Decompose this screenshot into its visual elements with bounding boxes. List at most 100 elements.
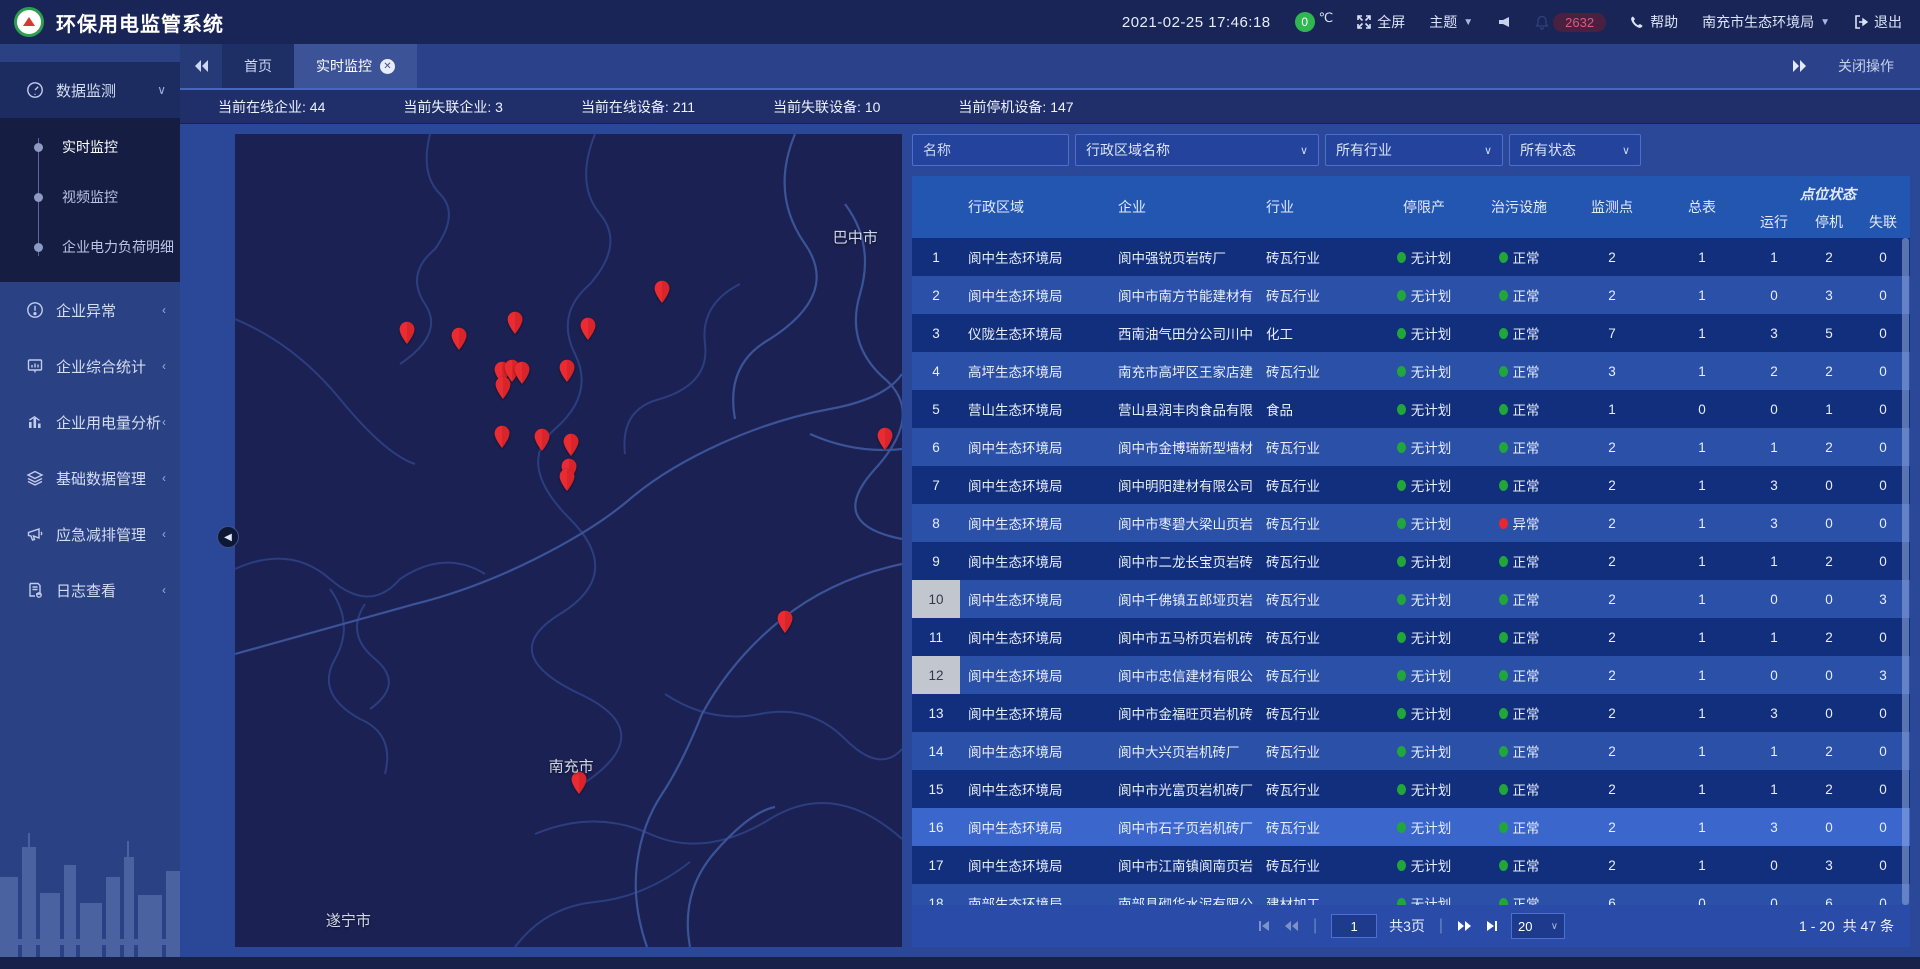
map-pin-icon[interactable] bbox=[653, 280, 670, 309]
status-dot-green bbox=[1499, 822, 1508, 833]
map-pin-icon[interactable] bbox=[399, 321, 416, 350]
page-size-select[interactable]: 20 ∨ bbox=[1511, 913, 1565, 939]
table-scrollbar[interactable] bbox=[1902, 238, 1909, 905]
tab-首页[interactable]: 首页 bbox=[222, 44, 294, 88]
sidebar-item-企业综合统计[interactable]: 企业综合统计‹ bbox=[0, 338, 180, 394]
sidebar-item-企业异常[interactable]: 企业异常‹ bbox=[0, 282, 180, 338]
map-pin-icon[interactable] bbox=[877, 427, 894, 456]
status-dot-green bbox=[1499, 784, 1508, 795]
map-pin-icon[interactable] bbox=[559, 359, 576, 388]
industry-select[interactable]: 所有行业 ∨ bbox=[1325, 134, 1503, 166]
map-pin-icon[interactable] bbox=[559, 468, 576, 497]
table-row-9[interactable]: 9阆中生态环境局阆中市二龙长宝页岩砖砖瓦行业无计划正常21120 bbox=[912, 542, 1910, 580]
table-row-6[interactable]: 6阆中生态环境局阆中市金博瑞新型墙材砖瓦行业无计划正常21120 bbox=[912, 428, 1910, 466]
cell-index: 14 bbox=[912, 732, 960, 770]
status-select-value: 所有状态 bbox=[1520, 140, 1576, 160]
stat-当前停机设备: 当前停机设备: 147 bbox=[958, 97, 1073, 117]
next-page-button[interactable] bbox=[1457, 919, 1473, 933]
map-pin-icon[interactable] bbox=[513, 361, 530, 390]
cell-facility-status: 正常 bbox=[1472, 542, 1566, 580]
cell-enterprise: 营山县润丰肉食品有限 bbox=[1110, 390, 1258, 428]
sidebar-item-基础数据管理[interactable]: 基础数据管理‹ bbox=[0, 450, 180, 506]
region-select[interactable]: 行政区域名称 ∨ bbox=[1075, 134, 1319, 166]
tab-实时监控[interactable]: 实时监控✕ bbox=[294, 44, 417, 88]
chevron-left-icon: ‹ bbox=[162, 415, 166, 429]
logout-button[interactable]: 退出 bbox=[1854, 12, 1902, 32]
table-row-3[interactable]: 3仪陇生态环境局西南油气田分公司川中化工无计划正常71350 bbox=[912, 314, 1910, 352]
theme-dropdown[interactable]: 主题 ▼ bbox=[1429, 12, 1473, 32]
cell-enterprise: 阆中千佛镇五郎垭页岩 bbox=[1110, 580, 1258, 618]
cell-limit-status: 无计划 bbox=[1376, 466, 1472, 504]
fullscreen-button[interactable]: 全屏 bbox=[1357, 12, 1405, 32]
cell-industry: 砖瓦行业 bbox=[1258, 580, 1376, 618]
table-row-15[interactable]: 15阆中生态环境局阆中市光富页岩机砖厂砖瓦行业无计划正常21120 bbox=[912, 770, 1910, 808]
table-row-7[interactable]: 7阆中生态环境局阆中明阳建材有限公司砖瓦行业无计划正常21300 bbox=[912, 466, 1910, 504]
cell-facility-status: 正常 bbox=[1472, 276, 1566, 314]
cell-facility-status: 正常 bbox=[1472, 390, 1566, 428]
page-size-value: 20 bbox=[1518, 919, 1532, 934]
table-row-1[interactable]: 1阆中生态环境局阆中强锐页岩砖厂砖瓦行业无计划正常21120 bbox=[912, 238, 1910, 276]
map-roads bbox=[235, 134, 902, 947]
tabs-scroll-left-button[interactable] bbox=[180, 44, 222, 88]
table-row-5[interactable]: 5营山生态环境局营山县润丰肉食品有限食品无计划正常10010 bbox=[912, 390, 1910, 428]
help-button[interactable]: 帮助 bbox=[1630, 12, 1678, 32]
cell-monitor-count: 2 bbox=[1566, 846, 1658, 884]
table-row-18[interactable]: 18南部生态环境局南部县砌华水泥有限公建材加工无计划正常60060 bbox=[912, 884, 1910, 905]
cell-down-count: 0 bbox=[1802, 580, 1856, 618]
previous-page-button[interactable] bbox=[1283, 919, 1299, 933]
first-page-button[interactable] bbox=[1257, 919, 1271, 933]
table-row-16[interactable]: 16阆中生态环境局阆中市石子页岩机砖厂砖瓦行业无计划正常21300 bbox=[912, 808, 1910, 846]
map-pin-icon[interactable] bbox=[451, 327, 468, 356]
map-pin-icon[interactable] bbox=[495, 376, 512, 405]
status-select[interactable]: 所有状态 ∨ bbox=[1509, 134, 1641, 166]
sidebar-item-日志查看[interactable]: 日志查看‹ bbox=[0, 562, 180, 618]
facility-status-label: 正常 bbox=[1513, 399, 1540, 419]
table-row-11[interactable]: 11阆中生态环境局阆中市五马桥页岩机砖砖瓦行业无计划正常21120 bbox=[912, 618, 1910, 656]
limit-status-label: 无计划 bbox=[1411, 703, 1452, 723]
sidebar-subitem-实时监控[interactable]: 实时监控 bbox=[0, 122, 180, 172]
table-row-8[interactable]: 8阆中生态环境局阆中市枣碧大梁山页岩砖瓦行业无计划异常21300 bbox=[912, 504, 1910, 542]
cell-run-count: 0 bbox=[1746, 846, 1802, 884]
page-number-input[interactable] bbox=[1331, 914, 1377, 938]
sidebar-item-企业用电量分析[interactable]: 企业用电量分析‹ bbox=[0, 394, 180, 450]
name-search-input[interactable] bbox=[912, 134, 1069, 166]
close-operations-button[interactable]: 关闭操作 bbox=[1838, 56, 1894, 76]
sidebar-item-数据监测[interactable]: 数据监测∨ bbox=[0, 62, 180, 118]
table-row-2[interactable]: 2阆中生态环境局阆中市南方节能建材有砖瓦行业无计划正常21030 bbox=[912, 276, 1910, 314]
speaker-mute-button[interactable] bbox=[1497, 15, 1511, 29]
status-dot-green bbox=[1397, 480, 1406, 491]
sidebar-item-应急减排管理[interactable]: 应急减排管理‹ bbox=[0, 506, 180, 562]
last-page-button[interactable] bbox=[1485, 919, 1499, 933]
cell-industry: 砖瓦行业 bbox=[1258, 504, 1376, 542]
map-pin-icon[interactable] bbox=[493, 425, 510, 454]
sidebar-collapse-button[interactable]: ◀ bbox=[217, 526, 239, 548]
status-dot-red bbox=[1499, 518, 1508, 529]
map-pin-icon[interactable] bbox=[777, 610, 794, 639]
organization-dropdown[interactable]: 南充市生态环境局 ▼ bbox=[1702, 12, 1830, 32]
notification-button[interactable]: 2632 bbox=[1535, 13, 1606, 32]
table-row-4[interactable]: 4高坪生态环境局南充市高坪区王家店建砖瓦行业无计划正常31220 bbox=[912, 352, 1910, 390]
table-row-13[interactable]: 13阆中生态环境局阆中市金福旺页岩机砖砖瓦行业无计划正常21300 bbox=[912, 694, 1910, 732]
tab-close-icon[interactable]: ✕ bbox=[380, 59, 395, 74]
double-chevron-right-icon[interactable] bbox=[1792, 59, 1808, 73]
stat-label: 当前在线设备: bbox=[581, 99, 673, 115]
map-pin-icon[interactable] bbox=[579, 317, 596, 346]
sidebar-subitem-视频监控[interactable]: 视频监控 bbox=[0, 172, 180, 222]
cell-limit-status: 无计划 bbox=[1376, 428, 1472, 466]
table-row-10[interactable]: 10阆中生态环境局阆中千佛镇五郎垭页岩砖瓦行业无计划正常21003 bbox=[912, 580, 1910, 618]
map-pin-icon[interactable] bbox=[507, 311, 524, 340]
sidebar-subitem-企业电力负荷明细[interactable]: 企业电力负荷明细 bbox=[0, 222, 180, 272]
table-row-14[interactable]: 14阆中生态环境局阆中大兴页岩机砖厂砖瓦行业无计划正常21120 bbox=[912, 732, 1910, 770]
map-pin-icon[interactable] bbox=[533, 428, 550, 457]
status-dot-green bbox=[1397, 746, 1406, 757]
cell-limit-status: 无计划 bbox=[1376, 846, 1472, 884]
table-row-17[interactable]: 17阆中生态环境局阆中市江南镇阆南页岩砖瓦行业无计划正常21030 bbox=[912, 846, 1910, 884]
cell-limit-status: 无计划 bbox=[1376, 618, 1472, 656]
cell-facility-status: 正常 bbox=[1472, 352, 1566, 390]
pager-separator: | bbox=[1313, 917, 1317, 935]
table-row-12[interactable]: 12阆中生态环境局阆中市忠信建材有限公砖瓦行业无计划正常21003 bbox=[912, 656, 1910, 694]
cell-facility-status: 正常 bbox=[1472, 846, 1566, 884]
stat-value: 147 bbox=[1050, 99, 1073, 115]
map-panel[interactable]: 巴中市南充市遂宁市 bbox=[235, 134, 902, 947]
temperature-value: 0 bbox=[1295, 12, 1315, 32]
